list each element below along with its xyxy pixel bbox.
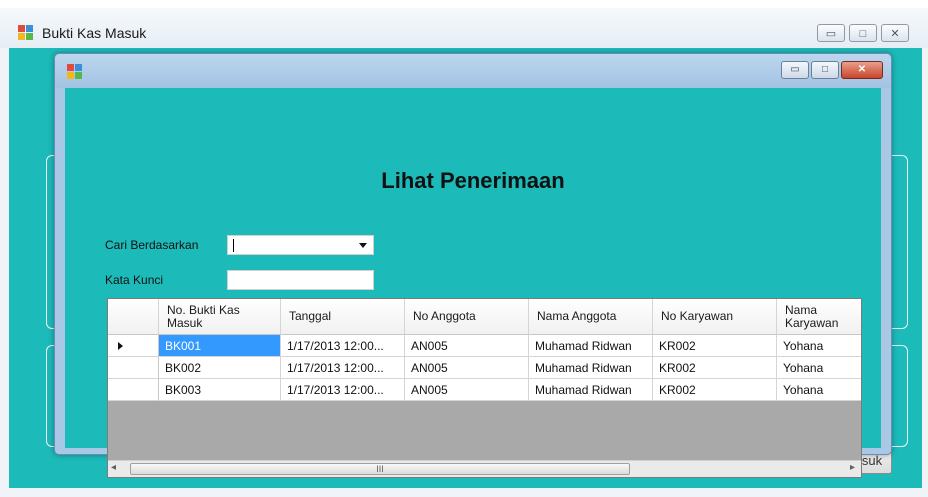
- outer-window-title: Bukti Kas Masuk: [42, 25, 147, 41]
- table-cell[interactable]: BK002: [159, 357, 281, 379]
- keyword-input[interactable]: [227, 270, 374, 290]
- grid-header: No. Bukti Kas Masuk Tanggal No Anggota N…: [108, 299, 861, 335]
- penerimaan-grid[interactable]: No. Bukti Kas Masuk Tanggal No Anggota N…: [107, 298, 862, 478]
- column-header[interactable]: No Anggota: [405, 299, 529, 335]
- inner-maximize-button[interactable]: □: [811, 61, 839, 79]
- table-cell[interactable]: KR002: [653, 357, 777, 379]
- table-row[interactable]: BK003 1/17/2013 12:00... AN005 Muhamad R…: [108, 379, 861, 401]
- table-row[interactable]: BK001 1/17/2013 12:00... AN005 Muhamad R…: [108, 335, 861, 357]
- table-cell[interactable]: Muhamad Ridwan: [529, 357, 653, 379]
- outer-minimize-button[interactable]: ▭: [817, 24, 845, 42]
- app-icon: [18, 25, 34, 41]
- table-cell[interactable]: BK001: [159, 335, 281, 357]
- table-cell[interactable]: Yohana: [777, 335, 861, 357]
- column-header[interactable]: Tanggal: [281, 299, 405, 335]
- horizontal-scrollbar[interactable]: ◂ III ▸: [108, 460, 861, 477]
- inner-minimize-button[interactable]: ▭: [781, 61, 809, 79]
- table-cell[interactable]: Yohana: [777, 357, 861, 379]
- inner-close-button[interactable]: ✕: [841, 61, 883, 79]
- row-header[interactable]: [108, 379, 159, 401]
- outer-maximize-button[interactable]: □: [849, 24, 877, 42]
- row-header[interactable]: [108, 357, 159, 379]
- inner-caption-buttons: ▭ □ ✕: [779, 61, 883, 79]
- outer-caption-buttons: ▭ □ ✕: [813, 24, 909, 46]
- inner-client-area: Lihat Penerimaan Cari Berdasarkan Kata K…: [65, 88, 881, 478]
- table-cell[interactable]: 1/17/2013 12:00...: [281, 357, 405, 379]
- page-title: Lihat Penerimaan: [381, 168, 565, 193]
- search-by-combobox[interactable]: [227, 235, 374, 255]
- scroll-left-icon[interactable]: ◂: [111, 462, 116, 473]
- scroll-thumb[interactable]: III: [130, 463, 630, 475]
- outer-top-border: [0, 0, 928, 8]
- current-row-arrow-icon: [118, 342, 123, 350]
- lihat-penerimaan-window: ▭ □ ✕ Lihat Penerimaan Cari Berdasarkan …: [54, 53, 892, 478]
- table-cell[interactable]: Muhamad Ridwan: [529, 379, 653, 401]
- inner-app-icon: [67, 64, 83, 80]
- grid-corner-header[interactable]: [108, 299, 159, 335]
- outer-window: Bukti Kas Masuk ▭ □ ✕ Kas Masuk ▭ □ ✕ Li…: [0, 0, 928, 497]
- table-cell[interactable]: AN005: [405, 357, 529, 379]
- table-cell[interactable]: AN005: [405, 379, 529, 401]
- column-header[interactable]: Nama Anggota: [529, 299, 653, 335]
- scroll-right-icon[interactable]: ▸: [850, 462, 855, 473]
- chevron-down-icon[interactable]: [359, 243, 367, 248]
- table-cell[interactable]: 1/17/2013 12:00...: [281, 379, 405, 401]
- column-header[interactable]: No Karyawan: [653, 299, 777, 335]
- table-cell[interactable]: BK003: [159, 379, 281, 401]
- row-header[interactable]: [108, 335, 159, 357]
- column-header[interactable]: Nama Karyawan: [777, 299, 861, 335]
- search-by-label: Cari Berdasarkan: [105, 238, 199, 252]
- table-row[interactable]: BK002 1/17/2013 12:00... AN005 Muhamad R…: [108, 357, 861, 379]
- outer-close-button[interactable]: ✕: [881, 24, 909, 42]
- column-header[interactable]: No. Bukti Kas Masuk: [159, 299, 281, 335]
- table-cell[interactable]: Yohana: [777, 379, 861, 401]
- table-cell[interactable]: Muhamad Ridwan: [529, 335, 653, 357]
- table-cell[interactable]: KR002: [653, 379, 777, 401]
- table-cell[interactable]: AN005: [405, 335, 529, 357]
- inner-titlebar[interactable]: ▭ □ ✕: [55, 54, 891, 88]
- keyword-label: Kata Kunci: [105, 273, 164, 287]
- table-cell[interactable]: KR002: [653, 335, 777, 357]
- table-cell[interactable]: 1/17/2013 12:00...: [281, 335, 405, 357]
- text-caret: [233, 239, 234, 252]
